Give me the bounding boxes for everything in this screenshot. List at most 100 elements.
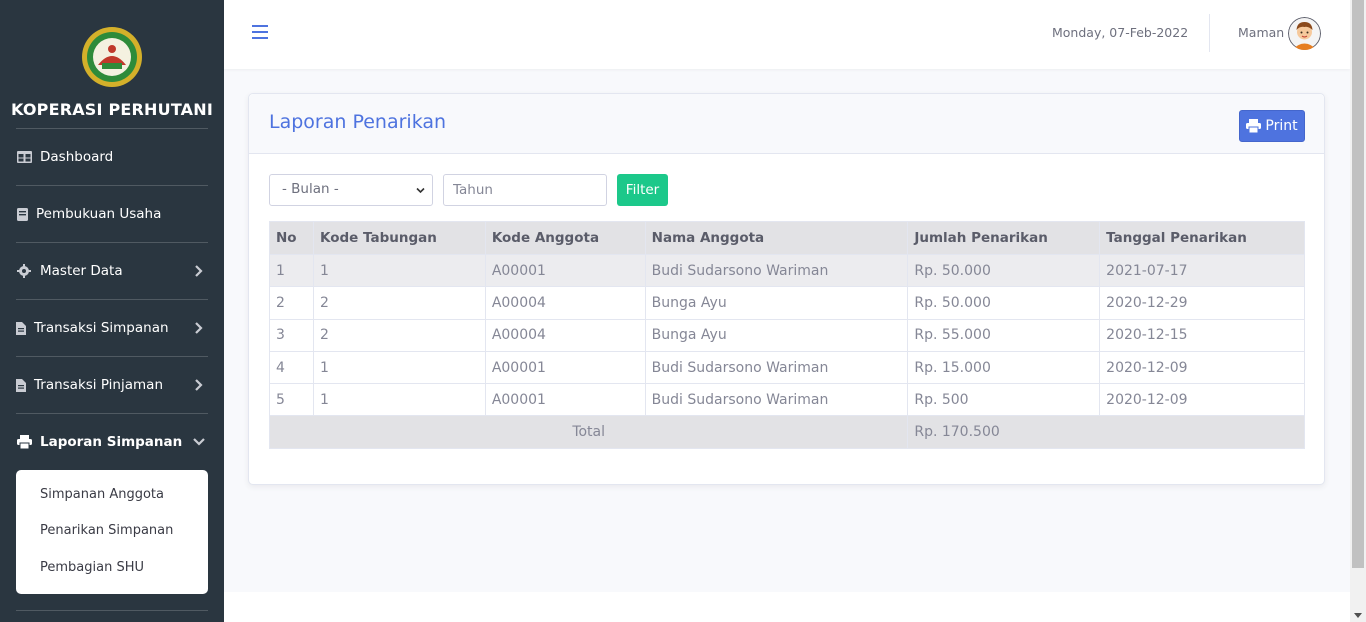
cell-kode-tabungan: 2 xyxy=(312,318,486,352)
sidebar-item-label: Transaksi Pinjaman xyxy=(34,377,163,393)
file-icon xyxy=(16,320,26,336)
user-name[interactable]: Maman xyxy=(1238,25,1284,40)
table-row: 4 1 A00001 Budi Sudarsono Wariman Rp. 15… xyxy=(269,350,1305,385)
cell-no: 4 xyxy=(269,350,314,385)
column-header-kode-anggota[interactable]: Kode Anggota xyxy=(484,221,646,255)
print-button[interactable]: Print xyxy=(1239,110,1305,142)
submenu-item-penarikan-simpanan[interactable]: Penarikan Simpanan xyxy=(40,523,173,538)
cell-kode-anggota: A00004 xyxy=(484,318,646,352)
scrollbar[interactable] xyxy=(1350,0,1366,622)
month-select-value: - Bulan - xyxy=(282,181,339,197)
logo[interactable] xyxy=(80,25,144,89)
avatar[interactable] xyxy=(1288,17,1321,50)
column-header-kode-tabungan[interactable]: Kode Tabungan xyxy=(312,221,486,255)
print-icon xyxy=(16,434,32,450)
cell-no: 2 xyxy=(269,286,314,320)
divider xyxy=(16,610,208,611)
file-icon xyxy=(16,377,26,393)
sidebar-item-transaksi-simpanan[interactable]: Transaksi Simpanan xyxy=(16,313,208,343)
chevron-right-icon xyxy=(195,265,203,277)
cell-tanggal-penarikan: 2020-12-09 xyxy=(1099,383,1305,417)
chevron-down-icon xyxy=(193,438,205,446)
cell-jumlah-penarikan: Rp. 50.000 xyxy=(907,286,1101,320)
table-row: 2 2 A00004 Bunga Ayu Rp. 50.000 2020-12-… xyxy=(269,286,1305,320)
cell-tanggal-penarikan: 2021-07-17 xyxy=(1099,253,1305,288)
divider xyxy=(16,299,208,300)
cell-no: 3 xyxy=(269,318,314,352)
table-total-row: Total Rp. 170.500 xyxy=(268,415,1305,449)
table-icon xyxy=(16,149,32,165)
submenu-item-simpanan-anggota[interactable]: Simpanan Anggota xyxy=(40,487,164,502)
cell-no: 5 xyxy=(269,383,314,417)
table-row: 1 1 A00001 Budi Sudarsono Wariman Rp. 50… xyxy=(269,253,1305,288)
cell-tanggal-penarikan: 2020-12-09 xyxy=(1099,350,1305,385)
book-icon xyxy=(16,206,28,222)
sidebar: KOPERASI PERHUTANI Dashboard Pembukuan U… xyxy=(0,0,224,622)
gear-icon xyxy=(16,263,32,279)
table-header-row: No Kode Tabungan Kode Anggota Nama Anggo… xyxy=(269,221,1305,255)
report-card: Laporan Penarikan Print - Bulan - Filter… xyxy=(248,93,1325,485)
total-value: Rp. 170.500 xyxy=(907,415,1305,449)
chevron-down-icon xyxy=(416,187,425,194)
cell-no: 1 xyxy=(269,253,314,288)
table-row: 3 2 A00004 Bunga Ayu Rp. 55.000 2020-12-… xyxy=(269,318,1305,352)
brand-name: KOPERASI PERHUTANI xyxy=(10,100,214,119)
print-label: Print xyxy=(1265,118,1298,134)
cell-kode-tabungan: 1 xyxy=(312,253,486,288)
divider xyxy=(16,413,208,414)
footer xyxy=(224,592,1350,622)
cell-jumlah-penarikan: Rp. 55.000 xyxy=(907,318,1101,352)
sidebar-item-label: Pembukuan Usaha xyxy=(36,206,162,222)
cell-nama-anggota: Budi Sudarsono Wariman xyxy=(644,383,909,417)
cell-nama-anggota: Bunga Ayu xyxy=(644,318,909,352)
bars-icon[interactable] xyxy=(252,25,268,39)
month-select[interactable]: - Bulan - xyxy=(269,174,433,206)
column-header-jumlah-penarikan[interactable]: Jumlah Penarikan xyxy=(907,221,1101,255)
cell-nama-anggota: Bunga Ayu xyxy=(644,286,909,320)
divider xyxy=(16,242,208,243)
sidebar-item-master-data[interactable]: Master Data xyxy=(16,256,208,286)
scrollbar-thumb[interactable] xyxy=(1352,0,1364,568)
sidebar-item-pembukuan-usaha[interactable]: Pembukuan Usaha xyxy=(16,199,208,229)
current-date: Monday, 07-Feb-2022 xyxy=(1052,25,1189,40)
cell-kode-tabungan: 2 xyxy=(312,286,486,320)
sidebar-item-label: Laporan Simpanan xyxy=(40,434,183,450)
column-header-tanggal-penarikan[interactable]: Tanggal Penarikan xyxy=(1099,221,1305,255)
cell-kode-tabungan: 1 xyxy=(312,383,486,417)
table-row: 5 1 A00001 Budi Sudarsono Wariman Rp. 50… xyxy=(269,383,1305,417)
filter-button[interactable]: Filter xyxy=(617,174,668,206)
sidebar-item-label: Dashboard xyxy=(40,149,114,165)
scroll-down-arrow[interactable] xyxy=(1354,613,1362,618)
cell-jumlah-penarikan: Rp. 50.000 xyxy=(907,253,1101,288)
cell-jumlah-penarikan: Rp. 15.000 xyxy=(907,350,1101,385)
chevron-right-icon xyxy=(195,322,203,334)
submenu-item-pembagian-shu[interactable]: Pembagian SHU xyxy=(40,560,144,575)
cell-tanggal-penarikan: 2020-12-15 xyxy=(1099,318,1305,352)
cell-tanggal-penarikan: 2020-12-29 xyxy=(1099,286,1305,320)
cell-kode-anggota: A00001 xyxy=(484,350,646,385)
chevron-right-icon xyxy=(195,379,203,391)
sidebar-item-label: Master Data xyxy=(40,263,123,279)
topbar: Monday, 07-Feb-2022 Maman xyxy=(224,0,1350,69)
column-header-no[interactable]: No xyxy=(269,221,314,255)
sidebar-item-dashboard[interactable]: Dashboard xyxy=(16,142,208,172)
cell-kode-anggota: A00001 xyxy=(484,383,646,417)
column-header-nama-anggota[interactable]: Nama Anggota xyxy=(644,221,909,255)
withdrawal-table: No Kode Tabungan Kode Anggota Nama Anggo… xyxy=(268,221,1305,449)
divider xyxy=(16,128,208,129)
divider xyxy=(16,356,208,357)
topbar-divider xyxy=(1209,14,1210,52)
sidebar-item-laporan-simpanan[interactable]: Laporan Simpanan xyxy=(16,427,208,457)
submenu-laporan-simpanan: Simpanan Anggota Penarikan Simpanan Pemb… xyxy=(16,470,208,594)
cell-nama-anggota: Budi Sudarsono Wariman xyxy=(644,350,909,385)
year-input[interactable] xyxy=(443,174,607,206)
sidebar-item-label: Transaksi Simpanan xyxy=(34,320,169,336)
print-icon xyxy=(1246,119,1262,133)
cell-kode-anggota: A00004 xyxy=(484,286,646,320)
sidebar-item-transaksi-pinjaman[interactable]: Transaksi Pinjaman xyxy=(16,370,208,400)
total-label: Total xyxy=(268,415,909,449)
cell-nama-anggota: Budi Sudarsono Wariman xyxy=(644,253,909,288)
cell-jumlah-penarikan: Rp. 500 xyxy=(907,383,1101,417)
cell-kode-tabungan: 1 xyxy=(312,350,486,385)
card-header: Laporan Penarikan Print xyxy=(249,94,1324,154)
